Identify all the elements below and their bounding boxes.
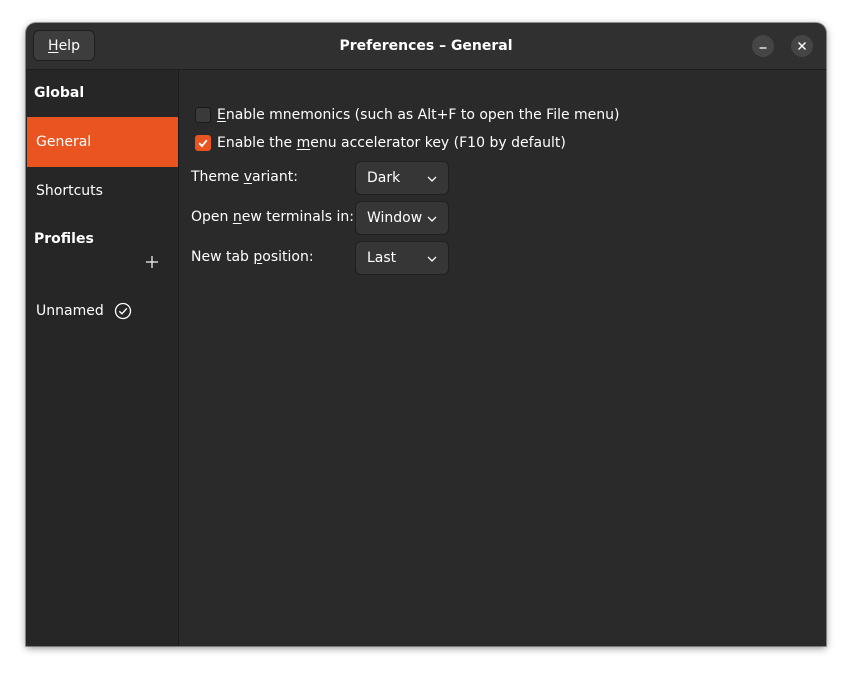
- checkmark-icon: [198, 139, 208, 148]
- general-settings-panel: Enable mnemonics (such as Alt+F to open …: [179, 70, 826, 646]
- chevron-down-icon: [427, 256, 437, 262]
- theme-label-mnemonic: v: [243, 169, 253, 185]
- mnemonics-option[interactable]: Enable mnemonics (such as Alt+F to open …: [195, 107, 620, 123]
- tab-label-mnemonic: p: [253, 249, 263, 265]
- terminals-label-rest: ew terminals in:: [241, 209, 354, 225]
- terminals-label-pre: Open: [191, 209, 233, 225]
- theme-label-rest: ariant:: [252, 169, 298, 185]
- sidebar-item-shortcuts[interactable]: Shortcuts: [27, 166, 178, 216]
- menu-accelerator-option[interactable]: Enable the menu accelerator key (F10 by …: [195, 135, 566, 151]
- sidebar-item-general[interactable]: General: [27, 117, 178, 167]
- chevron-down-icon: [427, 176, 437, 182]
- mnemonics-label: Enable mnemonics (such as Alt+F to open …: [217, 107, 620, 123]
- help-mnemonic: H: [48, 37, 59, 54]
- chevron-down-icon: [427, 216, 437, 222]
- default-profile-check-icon: [114, 302, 131, 320]
- tab-position-value: Last: [367, 250, 397, 266]
- menu-accel-label-pre: Enable the: [217, 135, 297, 151]
- sidebar-item-label: General: [36, 134, 92, 150]
- menu-accel-label-mnemonic: m: [296, 135, 311, 151]
- minimize-button[interactable]: [752, 35, 774, 57]
- profile-label: Unnamed: [36, 303, 104, 319]
- help-label-rest: elp: [58, 37, 80, 54]
- menu-accel-label-rest: enu accelerator key (F10 by default): [310, 135, 566, 151]
- close-button[interactable]: [791, 35, 813, 57]
- tab-position-dropdown[interactable]: Last: [355, 241, 449, 275]
- sidebar-profile-unnamed[interactable]: Unnamed: [27, 286, 178, 336]
- tab-label-rest: osition:: [262, 249, 314, 265]
- new-terminals-label: Open new terminals in:: [191, 209, 354, 225]
- mnemonics-label-mnemonic: E: [217, 107, 226, 123]
- title-bar: Help Preferences – General: [26, 23, 826, 70]
- theme-variant-value: Dark: [367, 170, 401, 186]
- sidebar-header-profiles: Profiles: [34, 231, 94, 247]
- menu-accelerator-label: Enable the menu accelerator key (F10 by …: [217, 135, 566, 151]
- tab-position-label: New tab position:: [191, 249, 314, 265]
- add-profile-icon[interactable]: [144, 254, 160, 270]
- minimize-icon: [759, 47, 767, 49]
- new-terminals-value: Window: [367, 210, 423, 226]
- theme-label-pre: Theme: [191, 169, 244, 185]
- close-icon: [798, 42, 806, 50]
- preferences-window: Help Preferences – General Global Genera…: [26, 23, 826, 646]
- sidebar-item-label: Shortcuts: [36, 183, 103, 199]
- terminals-label-mnemonic: n: [232, 209, 242, 225]
- theme-variant-label: Theme variant:: [191, 169, 298, 185]
- mnemonics-checkbox[interactable]: [195, 107, 211, 123]
- tab-label-pre: New tab: [191, 249, 254, 265]
- theme-variant-dropdown[interactable]: Dark: [355, 161, 449, 195]
- sidebar-header-global: Global: [34, 85, 85, 101]
- menu-accelerator-checkbox[interactable]: [195, 135, 211, 151]
- sidebar: Global General Shortcuts Profiles Unname…: [26, 70, 179, 646]
- help-button[interactable]: Help: [33, 30, 95, 61]
- new-terminals-dropdown[interactable]: Window: [355, 201, 449, 235]
- mnemonics-label-rest: nable mnemonics (such as Alt+F to open t…: [225, 107, 620, 123]
- window-title: Preferences – General: [339, 38, 513, 54]
